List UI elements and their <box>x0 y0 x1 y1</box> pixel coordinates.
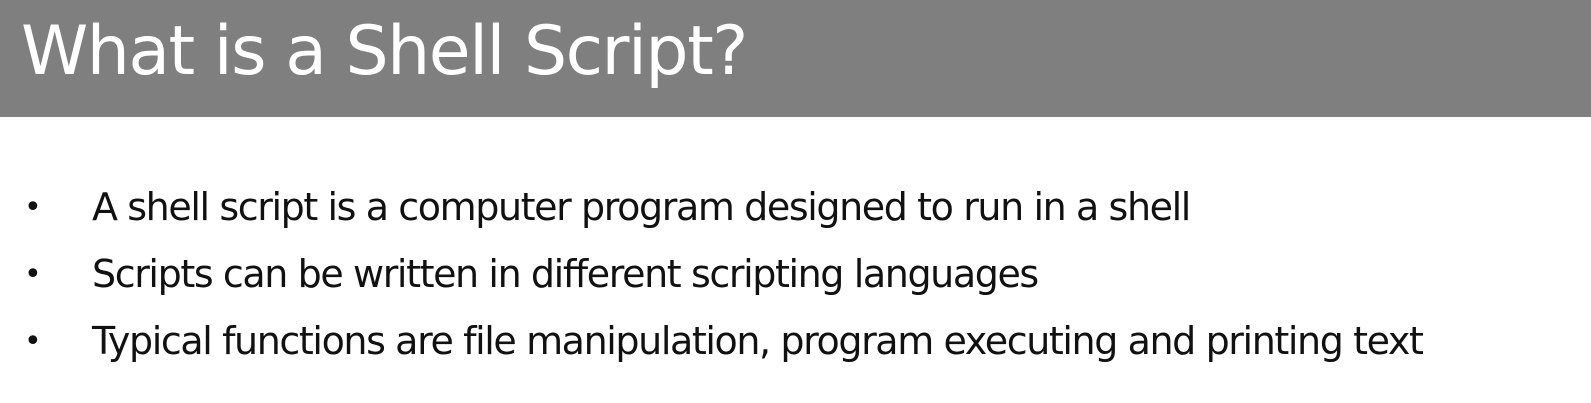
bullet-marker: • <box>24 190 42 225</box>
bullet-marker: • <box>24 257 42 292</box>
slide-title: What is a Shell Script? <box>21 12 748 91</box>
slide: What is a Shell Script? • A shell script… <box>0 0 1591 403</box>
bullet-marker: • <box>24 324 42 359</box>
title-bar: What is a Shell Script? <box>0 0 1591 117</box>
bullet-text: A shell script is a computer program des… <box>92 185 1191 229</box>
bullet-text: Scripts can be written in different scri… <box>92 252 1039 296</box>
bullet-text: Typical functions are file manipulation,… <box>92 319 1424 363</box>
